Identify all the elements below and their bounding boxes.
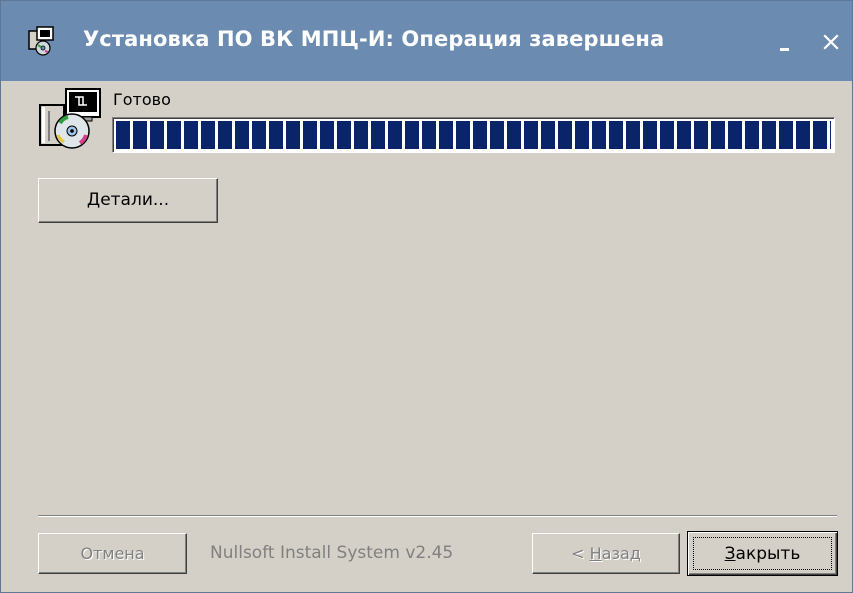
footer-separator	[38, 515, 837, 517]
back-label: азад	[601, 544, 641, 563]
branding-text: Nullsoft Install System v2.45	[210, 543, 454, 563]
close-button-label: Закрыть	[725, 544, 801, 564]
details-mnemonic: Д	[86, 190, 101, 210]
status-text: Готово	[113, 90, 171, 109]
installer-icon	[25, 25, 57, 57]
progress-fill	[116, 121, 831, 149]
close-label-rest: акрыть	[735, 544, 801, 564]
cancel-label: Отмена	[80, 544, 145, 563]
back-mnemonic: Н	[589, 544, 602, 563]
back-button[interactable]: < Назад	[532, 533, 680, 574]
content-area: Готово Детали... Отмена Nullsoft Install…	[1, 81, 852, 592]
close-button[interactable]: Закрыть	[687, 531, 838, 576]
title-bar[interactable]: Установка ПО ВК МПЦ-И: Операция завершен…	[1, 1, 852, 81]
close-mnemonic: З	[724, 544, 736, 564]
back-prefix: <	[571, 544, 590, 563]
progress-bar	[112, 117, 835, 153]
minimize-icon[interactable]	[773, 31, 801, 53]
installer-window: Установка ПО ВК МПЦ-И: Операция завершен…	[0, 0, 853, 593]
installer-cd-icon	[38, 85, 104, 151]
close-icon[interactable]	[818, 29, 844, 55]
details-label: етали...	[100, 190, 170, 210]
details-button[interactable]: Детали...	[38, 178, 218, 223]
cancel-button[interactable]: Отмена	[38, 533, 187, 574]
window-title: Установка ПО ВК МПЦ-И: Операция завершен…	[83, 27, 665, 51]
